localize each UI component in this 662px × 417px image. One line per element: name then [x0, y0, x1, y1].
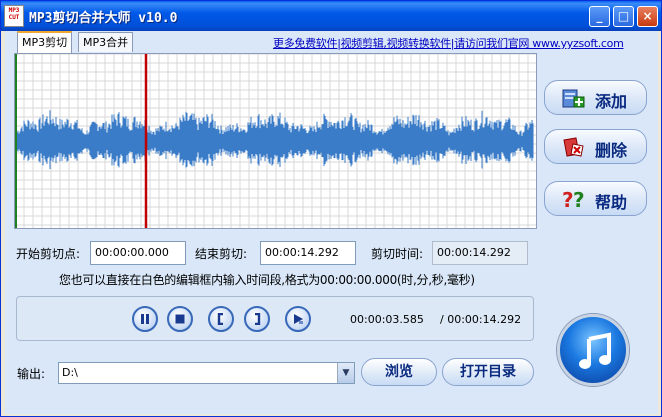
stop-icon: [175, 314, 185, 324]
format-hint: 您也可以直接在白色的编辑框内输入时间段,格式为00:00:00.000(时,分,…: [59, 273, 475, 287]
end-time-input[interactable]: 00:00:14.292: [260, 241, 356, 265]
tab-mp3-cut[interactable]: MP3剪切: [17, 31, 73, 53]
website-link[interactable]: 更多免费软件|视频剪辑,视频转换软件|请访问我们官网 www.yyzsoft.c…: [273, 35, 624, 51]
pause-button[interactable]: [132, 306, 158, 332]
open-folder-button[interactable]: 打开目录: [442, 358, 534, 386]
add-file-icon: [562, 89, 585, 108]
add-button[interactable]: 添加: [544, 80, 647, 115]
play-icon: [294, 314, 303, 324]
start-time-input[interactable]: 00:00:00.000: [90, 241, 186, 265]
tab-mp3-merge[interactable]: MP3合并: [78, 32, 134, 52]
app-logo-icon: MP3 CUT: [4, 5, 24, 27]
bracket-right-icon: [255, 313, 261, 325]
end-label: 结束剪切:: [195, 247, 248, 261]
total-time: / 00:00:14.292: [440, 313, 522, 326]
svg-text:?: ?: [562, 188, 574, 210]
duration-field: 00:00:14.292: [432, 241, 528, 265]
delete-icon: [563, 137, 584, 157]
music-logo[interactable]: [557, 314, 629, 386]
waveform-canvas: [15, 54, 536, 228]
app-window: MP3 CUT MP3剪切合并大师 v10.0 _ □ × MP3剪切 MP3合…: [0, 0, 662, 417]
delete-button-label: 删除: [595, 141, 628, 160]
help-button-label: 帮助: [595, 193, 628, 212]
music-note-icon: [579, 332, 611, 369]
chevron-down-icon[interactable]: ▼: [337, 363, 354, 383]
add-button-label: 添加: [595, 92, 628, 111]
bracket-left-icon: [217, 313, 223, 325]
svg-text:?: ?: [573, 188, 585, 210]
waveform-view[interactable]: [14, 53, 537, 229]
minimize-button[interactable]: _: [589, 6, 610, 27]
start-label: 开始剪切点:: [16, 247, 81, 261]
main-panel: MP3剪切 MP3合并 更多免费软件|视频剪辑,视频转换软件|请访问我们官网 w…: [5, 31, 658, 414]
set-end-button[interactable]: [244, 306, 270, 332]
set-start-button[interactable]: [208, 306, 234, 332]
title-bar[interactable]: MP3 CUT MP3剪切合并大师 v10.0 _ □ ×: [1, 1, 661, 31]
help-button[interactable]: ? ? 帮助: [544, 181, 647, 216]
output-path-select[interactable]: D:\ ▼: [58, 362, 355, 384]
window-title: MP3剪切合并大师 v10.0: [29, 11, 178, 26]
duration-label: 剪切时间:: [371, 247, 424, 261]
output-label: 输出:: [17, 367, 46, 381]
stop-button[interactable]: [167, 306, 193, 332]
pause-icon: [141, 314, 149, 324]
playback-controls: 00:00:03.585 / 00:00:14.292: [16, 296, 534, 341]
browse-button[interactable]: 浏览: [361, 358, 437, 386]
maximize-button[interactable]: □: [613, 6, 634, 27]
play-selection-button[interactable]: [285, 306, 311, 332]
close-button[interactable]: ×: [637, 6, 658, 27]
delete-button[interactable]: 删除: [544, 129, 647, 164]
help-icon: ? ?: [562, 188, 585, 210]
current-time: 00:00:03.585: [350, 313, 424, 326]
output-path-value: D:\: [62, 366, 78, 379]
